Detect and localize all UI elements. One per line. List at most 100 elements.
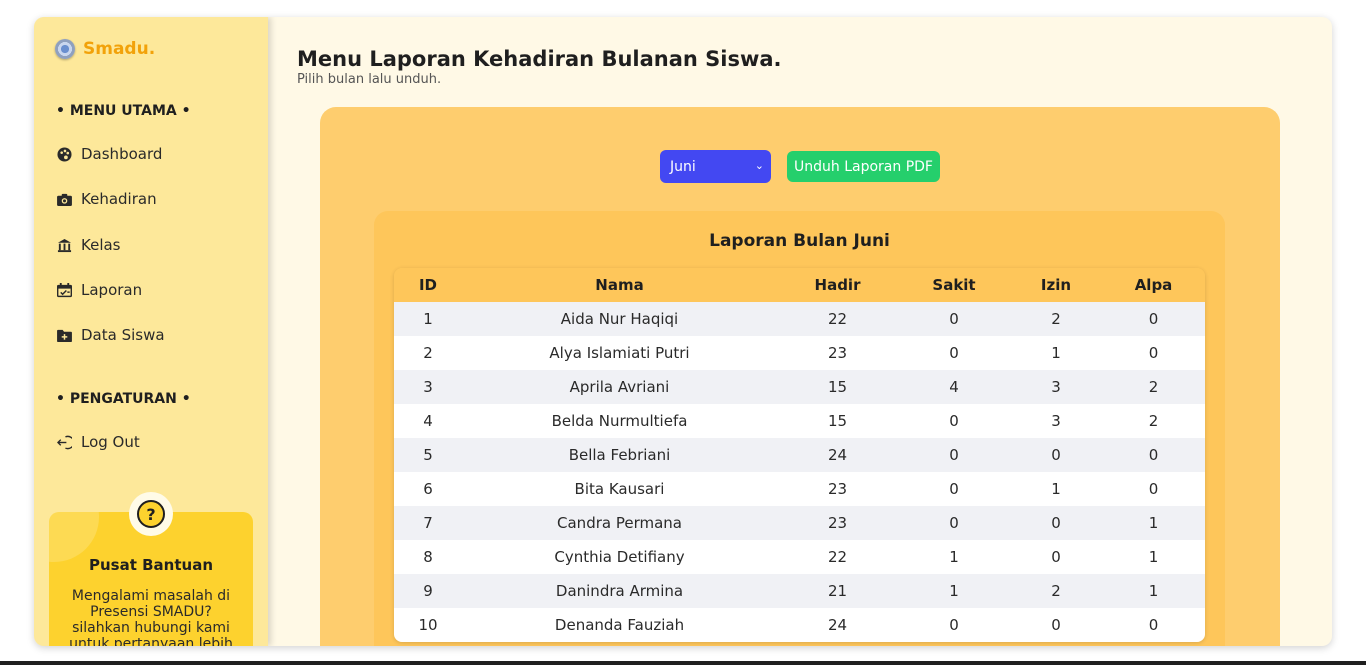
table-row: 2 Alya Islamiati Putri 23 0 1 0 <box>394 336 1205 370</box>
table-cell: Bita Kausari <box>574 480 665 498</box>
table-cell: 1 <box>1051 480 1061 498</box>
table-cell: 7 <box>423 514 433 532</box>
table-cell: 8 <box>423 548 433 566</box>
column-header: Nama <box>595 276 644 294</box>
table-row: 9 Danindra Armina 21 1 2 1 <box>394 574 1205 608</box>
report-card: Laporan Bulan Juni ID Nama Hadir Sakit I… <box>374 211 1225 646</box>
calendar-check-icon <box>56 282 72 298</box>
table-cell: 4 <box>949 378 959 396</box>
table-cell: Candra Permana <box>557 514 682 532</box>
table-cell: 23 <box>827 344 848 362</box>
table-cell: 5 <box>423 446 433 464</box>
table-cell: 1 <box>423 310 433 328</box>
table-cell: Aida Nur Haqiqi <box>560 310 679 328</box>
building-icon <box>56 237 72 253</box>
table-cell: 0 <box>1051 548 1061 566</box>
table-cell: Denanda Fauziah <box>554 616 685 634</box>
table-cell: Aprila Avriani <box>569 378 670 396</box>
sidebar-item-laporan[interactable]: Laporan <box>56 281 142 299</box>
sidebar-item-dashboard[interactable]: Dashboard <box>56 145 162 163</box>
help-badge: ? <box>129 492 173 536</box>
selected-month: Juni <box>670 158 696 175</box>
table-cell: 0 <box>949 514 959 532</box>
table-cell: 0 <box>1051 446 1061 464</box>
month-select[interactable]: Juni ⌄ <box>660 150 771 183</box>
palette-icon <box>56 146 72 162</box>
table-cell: 0 <box>1148 310 1159 328</box>
table-cell: 0 <box>1148 344 1159 362</box>
table-cell: Alya Islamiati Putri <box>549 344 690 362</box>
table-cell: 0 <box>949 412 959 430</box>
table-cell: 0 <box>949 616 959 634</box>
page-subtitle: Pilih bulan lalu unduh. <box>297 72 442 87</box>
table-cell: 3 <box>423 378 433 396</box>
sidebar-item-kelas[interactable]: Kelas <box>56 236 121 254</box>
table-cell: 1 <box>1148 548 1159 566</box>
table-cell: 4 <box>423 412 433 430</box>
logo-icon <box>55 39 75 59</box>
folder-plus-icon <box>56 327 72 343</box>
table-cell: 24 <box>827 446 848 464</box>
sidebar-item-label: Data Siswa <box>81 326 165 344</box>
chevron-down-icon: ⌄ <box>754 159 764 172</box>
brand-name: Smadu. <box>83 39 156 59</box>
table-row: 6 Bita Kausari 23 0 1 0 <box>394 472 1205 506</box>
table-cell: Danindra Armina <box>555 582 684 600</box>
help-title: Pusat Bantuan <box>89 556 213 574</box>
brand[interactable]: Smadu. <box>55 39 155 59</box>
table-row: 7 Candra Permana 23 0 0 1 <box>394 506 1205 540</box>
column-header: ID <box>418 276 438 294</box>
table-cell: 1 <box>949 548 959 566</box>
sidebar-item-label: Kelas <box>81 236 121 254</box>
help-text: Mengalami masalah di Presensi SMADU? sil… <box>69 588 233 646</box>
column-header: Sakit <box>932 276 976 294</box>
sidebar-item-kehadiran[interactable]: Kehadiran <box>56 190 157 208</box>
download-pdf-button[interactable]: Unduh Laporan PDF <box>787 151 940 182</box>
sidebar-item-data-siswa[interactable]: Data Siswa <box>56 326 165 344</box>
table-cell: 0 <box>949 344 959 362</box>
sidebar-item-label: Laporan <box>81 281 143 299</box>
table-cell: 1 <box>1051 344 1061 362</box>
table-cell: 0 <box>949 446 959 464</box>
table-cell: 15 <box>827 412 848 430</box>
table-cell: 0 <box>1148 446 1159 464</box>
report-title: Laporan Bulan Juni <box>709 231 890 251</box>
column-header: Izin <box>1040 276 1072 294</box>
table-cell: 0 <box>1051 514 1061 532</box>
table-cell: 2 <box>1148 378 1159 396</box>
table-cell: Bella Febriani <box>568 446 671 464</box>
settings-section-title: • PENGATURAN • <box>56 391 191 407</box>
logout-button[interactable]: Log Out <box>56 433 140 451</box>
table-cell: 21 <box>827 582 848 600</box>
table-row: 8 Cynthia Detifiany 22 1 0 1 <box>394 540 1205 574</box>
table-cell: 23 <box>827 480 848 498</box>
table-cell: 3 <box>1051 412 1061 430</box>
table-cell: 2 <box>1148 412 1159 430</box>
logout-label: Log Out <box>81 433 140 451</box>
table-cell: 1 <box>1148 582 1159 600</box>
column-header: Hadir <box>814 276 861 294</box>
table-cell: 9 <box>423 582 433 600</box>
screen-bottom-edge <box>0 661 1366 665</box>
table-cell: 1 <box>1148 514 1159 532</box>
table-cell: 1 <box>949 582 959 600</box>
page-title: Menu Laporan Kehadiran Bulanan Siswa. <box>297 47 782 71</box>
app-window: Smadu. • MENU UTAMA • Dashboard Kehadira… <box>34 17 1332 646</box>
table-cell: 0 <box>949 310 959 328</box>
attendance-table: ID Nama Hadir Sakit Izin Alpa 1 Aida Nur … <box>394 268 1205 642</box>
table-cell: 24 <box>827 616 848 634</box>
table-cell: 23 <box>827 514 848 532</box>
table-row: 5 Bella Febriani 24 0 0 0 <box>394 438 1205 472</box>
table-cell: 0 <box>949 480 959 498</box>
table-cell: 2 <box>1051 310 1061 328</box>
camera-icon <box>56 191 72 207</box>
column-header: Alpa <box>1134 276 1173 294</box>
sidebar: Smadu. • MENU UTAMA • Dashboard Kehadira… <box>34 17 268 646</box>
table-cell: 22 <box>827 548 848 566</box>
table-cell: 0 <box>1051 616 1061 634</box>
table-cell: 22 <box>827 310 848 328</box>
table-cell: 0 <box>1148 616 1159 634</box>
table-row: 10 Denanda Fauziah 24 0 0 0 <box>394 608 1205 642</box>
table-cell: Belda Nurmultiefa <box>551 412 688 430</box>
logout-icon <box>56 434 72 450</box>
